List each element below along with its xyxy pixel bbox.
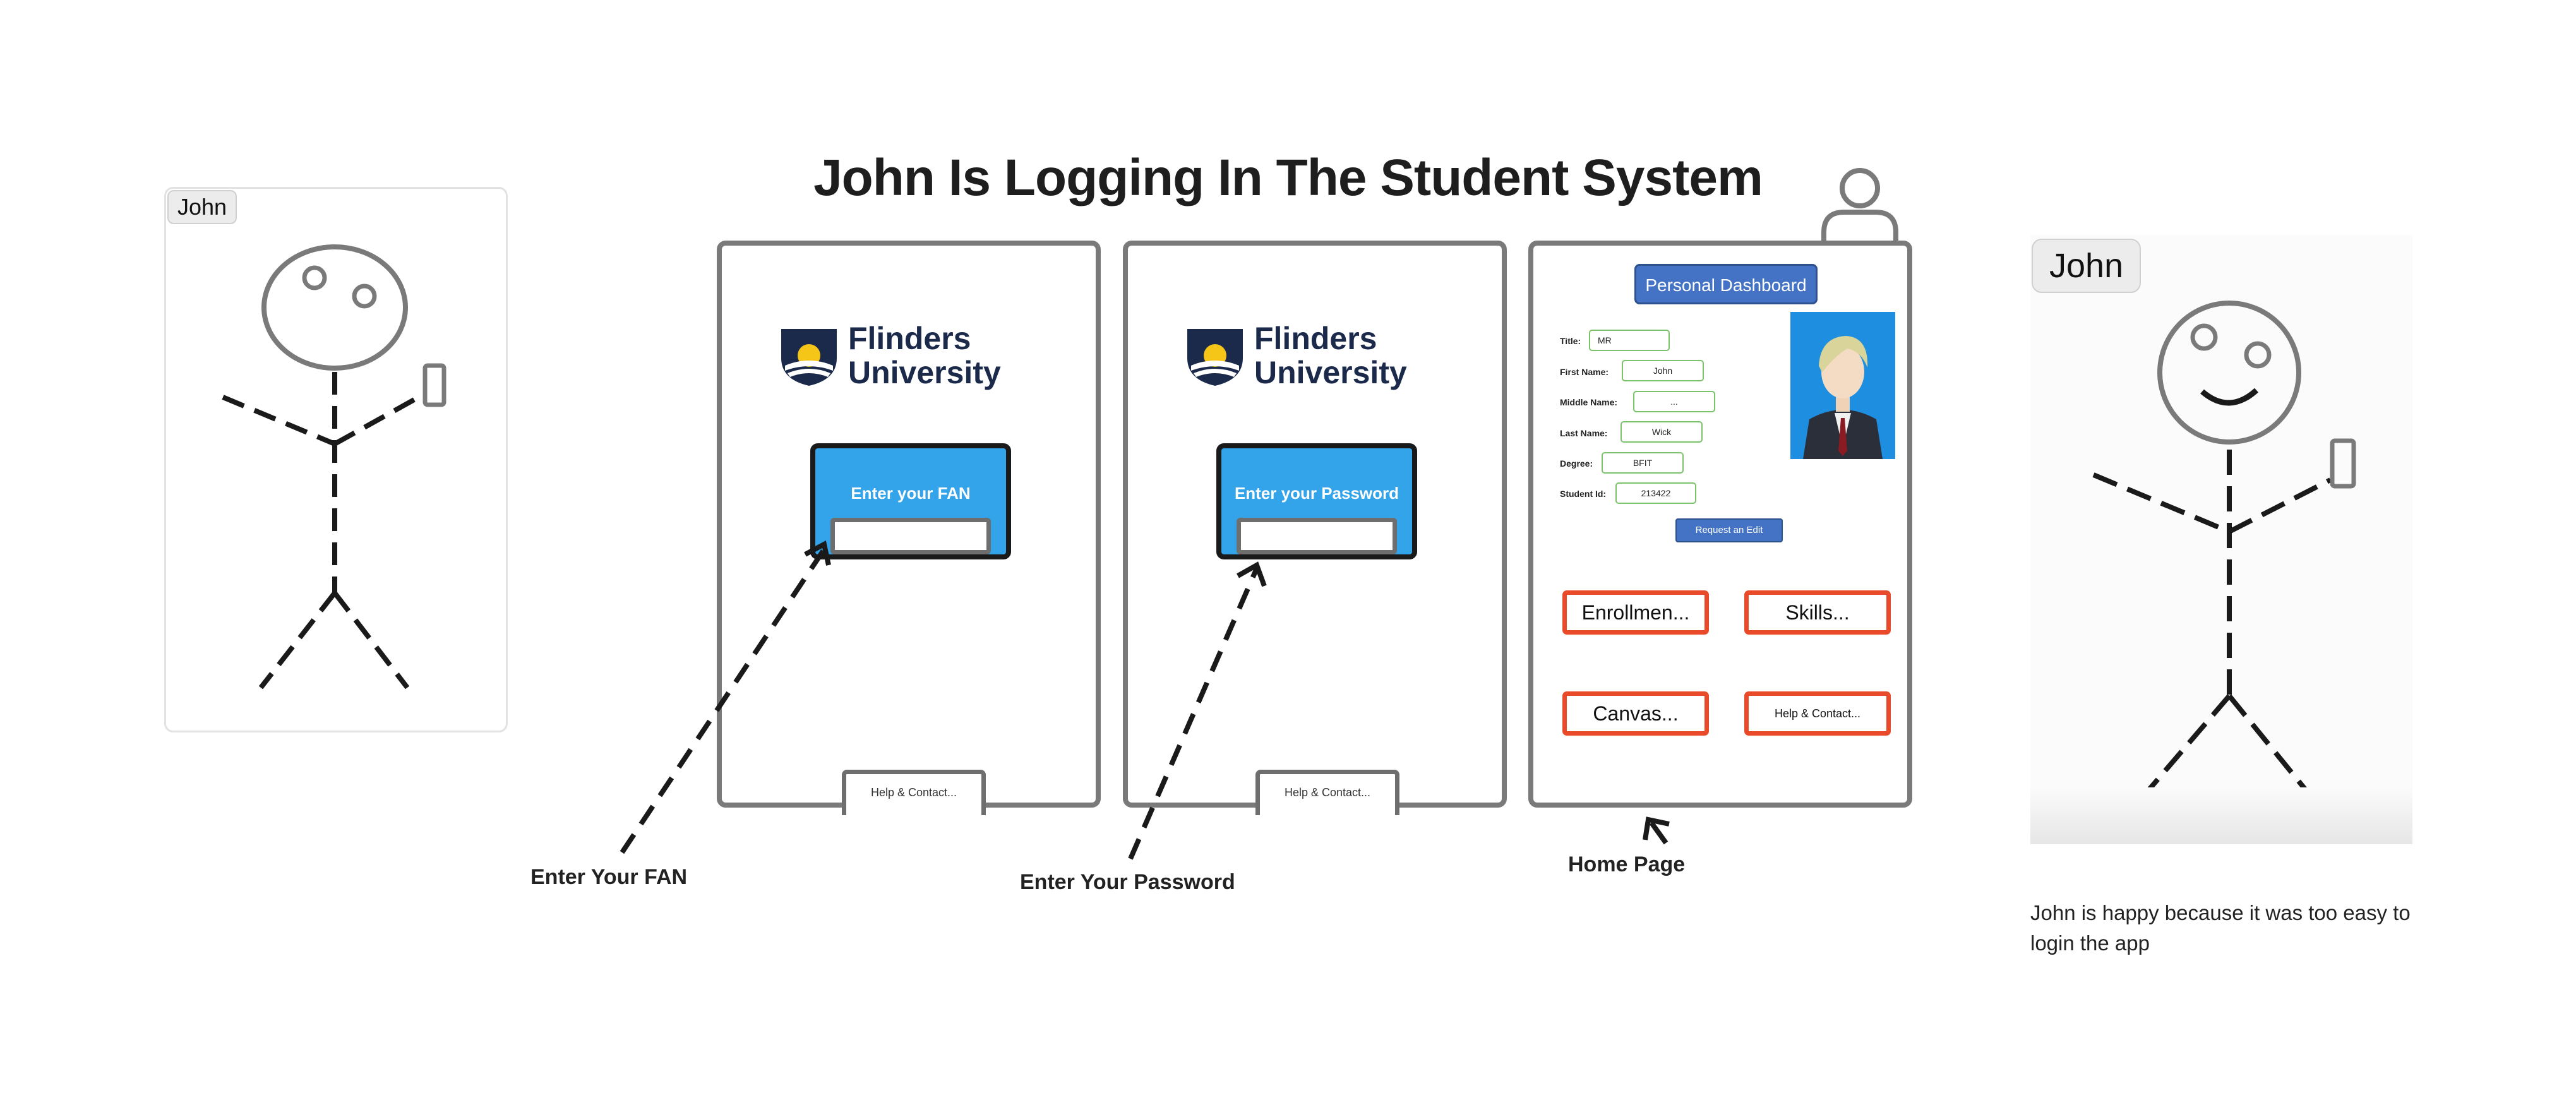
caption-enter-password: Enter Your Password <box>1020 870 1235 894</box>
arrow-to-fan-input <box>620 547 827 854</box>
happy-caption: John is happy because it was too easy to… <box>2030 901 2411 955</box>
happy-person-card: John <box>2030 235 2412 844</box>
caption-home-page: Home Page <box>1568 852 1686 876</box>
arrow-to-dashboard <box>1649 821 1668 845</box>
happy-stick-figure-icon <box>2092 301 2356 799</box>
caption-enter-fan: Enter Your FAN <box>530 865 688 889</box>
arrow-to-password-input <box>1128 567 1259 860</box>
fade-overlay <box>2030 787 2412 844</box>
